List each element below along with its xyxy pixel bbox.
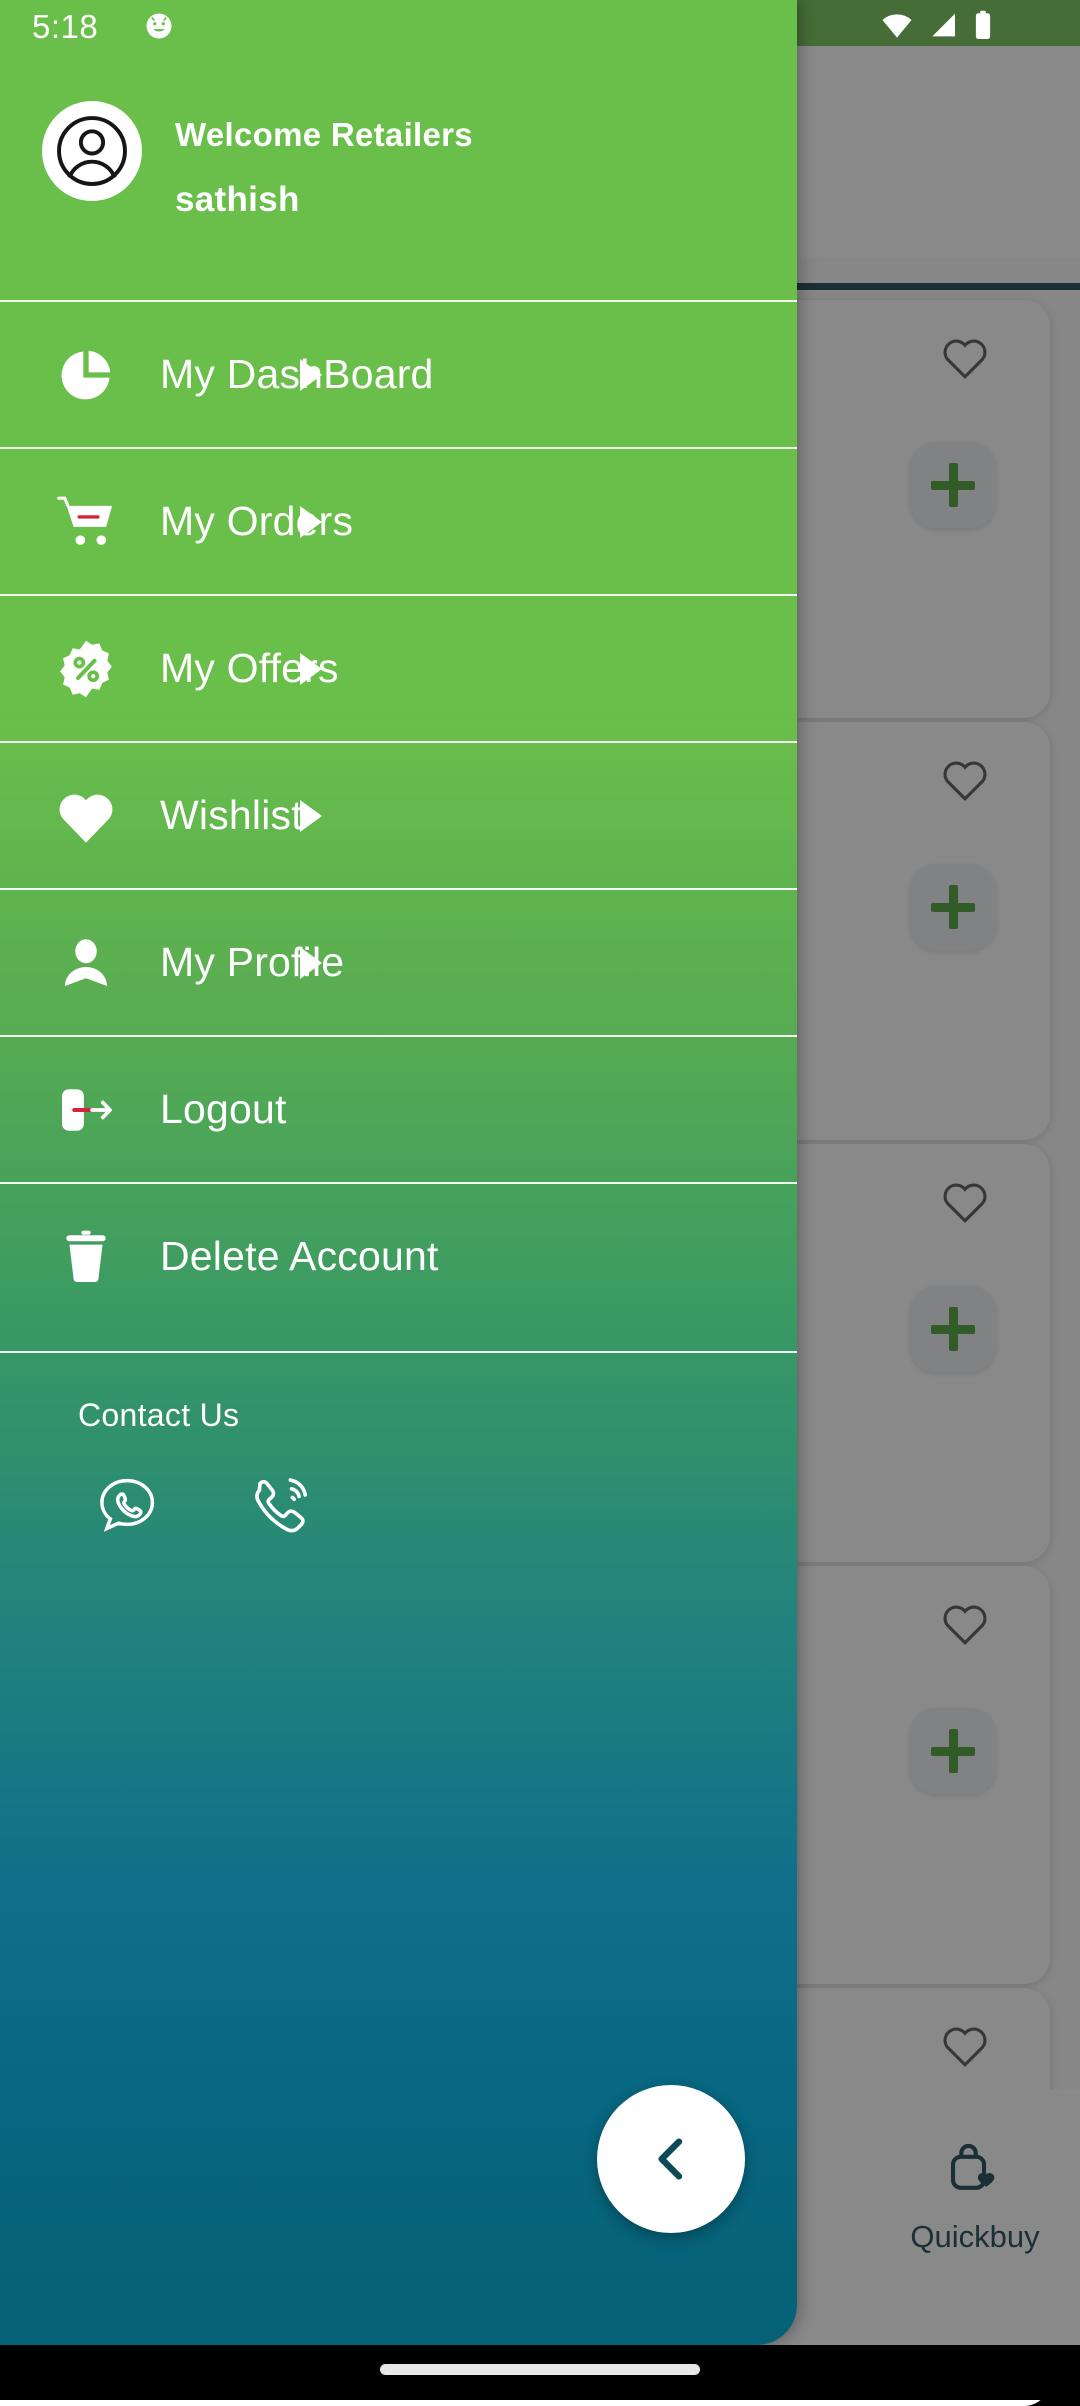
menu-item-wishlist[interactable]: Wishlist (0, 741, 797, 888)
menu-item-label: My Orders (160, 498, 354, 544)
chevron-right-icon (300, 358, 322, 391)
chevron-right-icon (300, 799, 322, 832)
whatsapp-icon[interactable] (92, 1471, 162, 1546)
menu-item-my-offers[interactable]: My Offers (0, 594, 797, 741)
menu-item-logout[interactable]: Logout (0, 1035, 797, 1182)
chevron-right-icon (300, 505, 322, 538)
drawer-profile-header[interactable]: Welcome Retailers sathish (0, 46, 797, 300)
person-icon (50, 927, 122, 999)
contact-icon-row (92, 1471, 316, 1546)
wifi-icon (880, 11, 914, 44)
trash-icon (50, 1221, 122, 1293)
chevron-left-icon (658, 2138, 683, 2180)
navigation-drawer: 5:18 Welcome Retailers sathish My DashBo… (0, 0, 797, 2345)
system-navigation-bar (0, 2345, 1080, 2400)
ringing-phone-icon[interactable] (246, 1471, 316, 1546)
chevron-right-icon (300, 652, 322, 685)
menu-item-my-profile[interactable]: My Profile (0, 888, 797, 1035)
menu-item-delete-account[interactable]: Delete Account (0, 1182, 797, 1329)
menu-item-my-orders[interactable]: My Orders (0, 447, 797, 594)
menu-item-label: My DashBoard (160, 351, 434, 397)
status-bar-time: 5:18 (32, 8, 99, 45)
menu-item-label: Wishlist (160, 792, 303, 838)
menu-item-label: Delete Account (160, 1233, 439, 1279)
cellular-signal-icon (927, 11, 959, 44)
shopping-cart-icon (50, 486, 122, 558)
status-bar-indicators (880, 10, 1040, 45)
welcome-title: Welcome Retailers (175, 116, 473, 153)
pie-chart-icon (50, 339, 122, 411)
logout-icon (50, 1074, 122, 1146)
profile-name: sathish (175, 180, 300, 219)
drawer-menu-list: My DashBoard My Orders My Offers Wishlis… (0, 300, 797, 1329)
heart-icon (50, 780, 122, 852)
contact-us-title: Contact Us (78, 1397, 240, 1433)
menu-item-label: Logout (160, 1086, 287, 1132)
chevron-right-icon (300, 946, 322, 979)
close-drawer-button[interactable] (597, 2085, 745, 2233)
avatar[interactable] (42, 101, 142, 201)
contact-us-section: Contact Us (0, 1351, 797, 1611)
clock-face-icon (144, 11, 174, 46)
battery-full-icon (972, 10, 994, 45)
discount-badge-icon (50, 633, 122, 705)
menu-item-my-dashboard[interactable]: My DashBoard (0, 300, 797, 447)
home-indicator[interactable] (380, 2364, 700, 2375)
status-bar: 5:18 (0, 0, 797, 46)
